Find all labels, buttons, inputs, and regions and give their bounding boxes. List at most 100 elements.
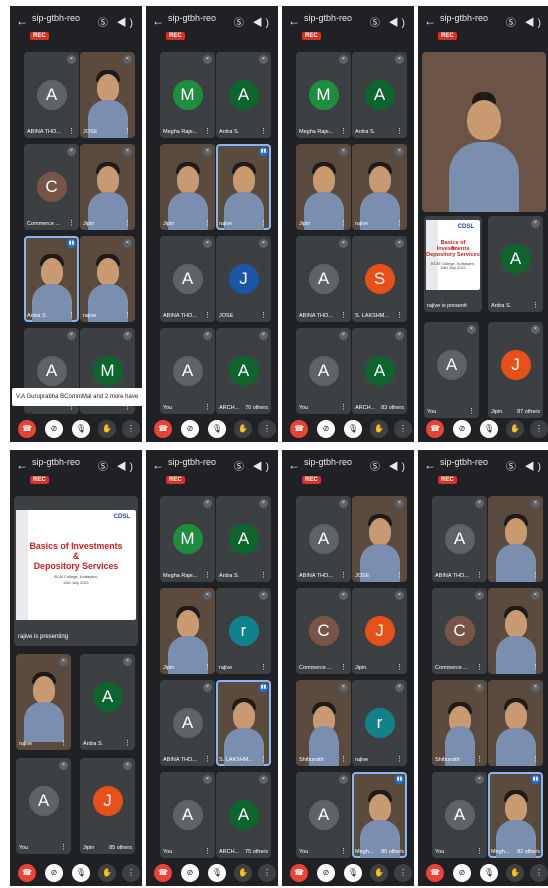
more-options-button[interactable]: ⋮ xyxy=(258,864,276,882)
tile-menu-icon[interactable]: ⋮ xyxy=(260,663,267,671)
others-count[interactable]: 70 others xyxy=(245,405,268,411)
tile-menu-icon[interactable]: ⋮ xyxy=(532,571,539,579)
participant-tile[interactable]: × rajive ⋮ xyxy=(16,654,71,750)
participant-tile[interactable]: A × ABINA THO... ⋮ xyxy=(24,52,79,138)
more-options-button[interactable]: ⋮ xyxy=(394,864,412,882)
tile-menu-icon[interactable]: ⋮ xyxy=(396,127,403,135)
participant-tile[interactable]: S × S. LAKSHM... ⋮ xyxy=(352,236,407,322)
participant-tile[interactable]: × JOSE ⋮ xyxy=(80,52,135,138)
tile-menu-icon[interactable]: ⋮ xyxy=(396,311,403,319)
microphone-toggle-button[interactable]: 🎙 xyxy=(72,420,90,438)
meeting-title[interactable]: sip-gtbh-reo xyxy=(168,13,216,23)
participant-tile[interactable]: ▮▮ Ardra S. ⋮ xyxy=(24,236,79,322)
tile-menu-icon[interactable]: ⋮ xyxy=(468,407,475,415)
participant-tile[interactable]: ▮▮ S. LAKSHM... ⋮ xyxy=(216,680,271,766)
participant-tile[interactable]: A × Ardra S. ⋮ xyxy=(216,496,271,582)
more-options-button[interactable]: ⋮ xyxy=(530,864,548,882)
participant-tile[interactable]: C × Commerce ... ⋮ xyxy=(24,144,79,230)
participant-tile[interactable]: A × Ardra S. ⋮ xyxy=(216,52,271,138)
tile-menu-icon[interactable]: ⋮ xyxy=(476,571,483,579)
camera-toggle-button[interactable]: ⊘ xyxy=(317,864,335,882)
meeting-title[interactable]: sip-gtbh-reo xyxy=(440,13,488,23)
audio-controls-icon[interactable]: Ⓢ ◀) xyxy=(506,458,544,473)
tile-menu-icon[interactable]: ⋮ xyxy=(260,755,267,763)
tile-menu-icon[interactable]: ⋮ xyxy=(340,571,347,579)
presentation-tile[interactable]: CDSL Basics of Investments & Depository Ser… xyxy=(424,216,482,312)
tile-menu-icon[interactable]: ⋮ xyxy=(476,663,483,671)
pinned-speaker-tile[interactable] xyxy=(422,52,546,212)
participant-tile[interactable]: A × ABINA THO... ⋮ xyxy=(160,680,215,766)
participant-tile[interactable]: A × ABINA THO... ⋮ xyxy=(296,496,351,582)
participant-tile[interactable]: A × ARCH... 70 others xyxy=(216,328,271,414)
tile-menu-icon[interactable]: ⋮ xyxy=(260,571,267,579)
participant-tile[interactable]: A × Ardra S. ⋮ xyxy=(352,52,407,138)
raise-hand-button[interactable]: ✋ xyxy=(506,420,524,438)
others-count[interactable]: 85 others xyxy=(109,845,132,851)
participant-tile[interactable]: A × Ardra S. ⋮ xyxy=(488,216,543,312)
participant-tile[interactable]: A × ARCH... 83 others xyxy=(352,328,407,414)
raise-hand-button[interactable]: ✋ xyxy=(234,420,252,438)
participant-tile[interactable]: M × Megha Raje... ⋮ xyxy=(160,496,215,582)
end-call-button[interactable]: ☎ xyxy=(154,420,172,438)
participant-tile[interactable]: × Shibunath ⋮ xyxy=(432,680,487,766)
end-call-button[interactable]: ☎ xyxy=(290,864,308,882)
back-arrow-icon[interactable]: ← xyxy=(288,14,300,28)
end-call-button[interactable]: ☎ xyxy=(18,864,36,882)
tile-menu-icon[interactable]: ⋮ xyxy=(340,311,347,319)
raise-hand-button[interactable]: ✋ xyxy=(370,420,388,438)
others-count[interactable]: 83 others xyxy=(381,405,404,411)
tile-menu-icon[interactable]: ⋮ xyxy=(260,219,267,227)
participant-tile[interactable]: ▮▮ Megh... 82 others xyxy=(488,772,543,858)
audio-controls-icon[interactable]: Ⓢ ◀) xyxy=(98,14,136,29)
audio-controls-icon[interactable]: Ⓢ ◀) xyxy=(370,14,408,29)
raise-hand-button[interactable]: ✋ xyxy=(98,864,116,882)
microphone-toggle-button[interactable]: 🎙 xyxy=(344,420,362,438)
tile-menu-icon[interactable]: ⋮ xyxy=(68,219,75,227)
participant-tile[interactable]: C × Commerce ... ⋮ xyxy=(296,588,351,674)
tile-menu-icon[interactable]: ⋮ xyxy=(396,219,403,227)
tile-menu-icon[interactable]: ⋮ xyxy=(340,127,347,135)
participant-tile[interactable]: M × Megha Raje... ⋮ xyxy=(160,52,215,138)
meeting-title[interactable]: sip-gtbh-reo xyxy=(440,457,488,467)
camera-toggle-button[interactable]: ⊘ xyxy=(45,864,63,882)
raise-hand-button[interactable]: ✋ xyxy=(234,864,252,882)
raise-hand-button[interactable]: ✋ xyxy=(370,864,388,882)
tile-menu-icon[interactable]: ⋮ xyxy=(532,755,539,763)
participant-tile[interactable]: × JOSE ⋮ xyxy=(352,496,407,582)
meeting-title[interactable]: sip-gtbh-reo xyxy=(304,457,352,467)
camera-toggle-button[interactable]: ⊘ xyxy=(317,420,335,438)
tile-menu-icon[interactable]: ⋮ xyxy=(340,755,347,763)
participant-tile[interactable]: A × Ardra S. ⋮ xyxy=(80,654,135,750)
audio-controls-icon[interactable]: Ⓢ ◀) xyxy=(506,14,544,29)
audio-controls-icon[interactable]: Ⓢ ◀) xyxy=(234,14,272,29)
tile-menu-icon[interactable]: ⋮ xyxy=(340,403,347,411)
participant-tile[interactable]: A × You ⋮ xyxy=(432,772,487,858)
tile-menu-icon[interactable]: ⋮ xyxy=(124,311,131,319)
camera-toggle-button[interactable]: ⊘ xyxy=(453,864,471,882)
tile-menu-icon[interactable]: ⋮ xyxy=(68,127,75,135)
tile-menu-icon[interactable]: ⋮ xyxy=(204,219,211,227)
microphone-toggle-button[interactable]: 🎙 xyxy=(208,420,226,438)
meeting-title[interactable]: sip-gtbh-reo xyxy=(304,13,352,23)
participant-tile[interactable]: × Jipin ⋮ xyxy=(160,588,215,674)
back-arrow-icon[interactable]: ← xyxy=(16,14,28,28)
camera-toggle-button[interactable]: ⊘ xyxy=(181,420,199,438)
end-call-button[interactable]: ☎ xyxy=(426,864,444,882)
participant-tile[interactable]: C × Commerce ... ⋮ xyxy=(432,588,487,674)
participant-tile[interactable]: × Jipin ⋮ xyxy=(296,144,351,230)
tile-menu-icon[interactable]: ⋮ xyxy=(532,663,539,671)
tile-menu-icon[interactable]: ⋮ xyxy=(340,847,347,855)
tile-menu-icon[interactable]: ⋮ xyxy=(260,311,267,319)
more-options-button[interactable]: ⋮ xyxy=(258,420,276,438)
tile-menu-icon[interactable]: ⋮ xyxy=(124,127,131,135)
tile-menu-icon[interactable]: ⋮ xyxy=(532,301,539,309)
microphone-toggle-button[interactable]: 🎙 xyxy=(72,864,90,882)
participant-tile[interactable]: × Jipin ⋮ xyxy=(80,144,135,230)
tile-menu-icon[interactable]: ⋮ xyxy=(60,739,67,747)
participant-tile[interactable]: M × Megha Raje... ⋮ xyxy=(296,52,351,138)
participant-tile[interactable]: × rajive ⋮ xyxy=(352,144,407,230)
tile-menu-icon[interactable]: ⋮ xyxy=(204,847,211,855)
end-call-button[interactable]: ☎ xyxy=(290,420,308,438)
tile-menu-icon[interactable]: ⋮ xyxy=(204,311,211,319)
tile-menu-icon[interactable]: ⋮ xyxy=(340,663,347,671)
